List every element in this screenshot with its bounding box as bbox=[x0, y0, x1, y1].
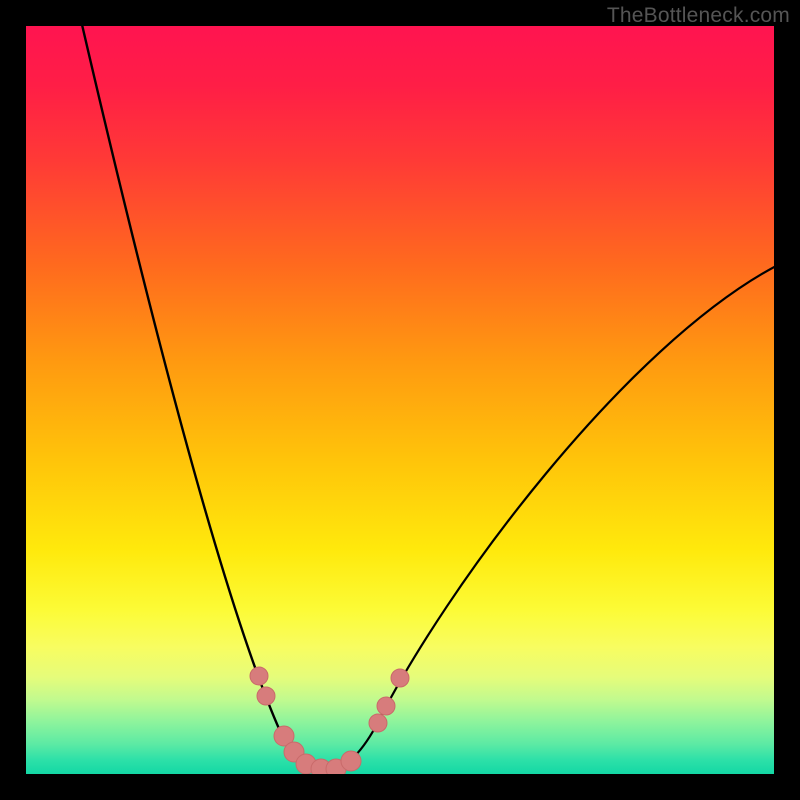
watermark-text: TheBottleneck.com bbox=[607, 4, 790, 28]
curve-dot bbox=[369, 714, 387, 732]
curve-right bbox=[326, 266, 774, 770]
curve-left bbox=[80, 26, 326, 770]
curve-dot bbox=[257, 687, 275, 705]
curve-dot bbox=[341, 751, 361, 771]
chart-frame bbox=[26, 26, 774, 774]
curve-dots-group bbox=[250, 667, 409, 774]
curve-dot bbox=[377, 697, 395, 715]
chart-svg bbox=[26, 26, 774, 774]
curve-dot bbox=[250, 667, 268, 685]
curve-dot bbox=[391, 669, 409, 687]
